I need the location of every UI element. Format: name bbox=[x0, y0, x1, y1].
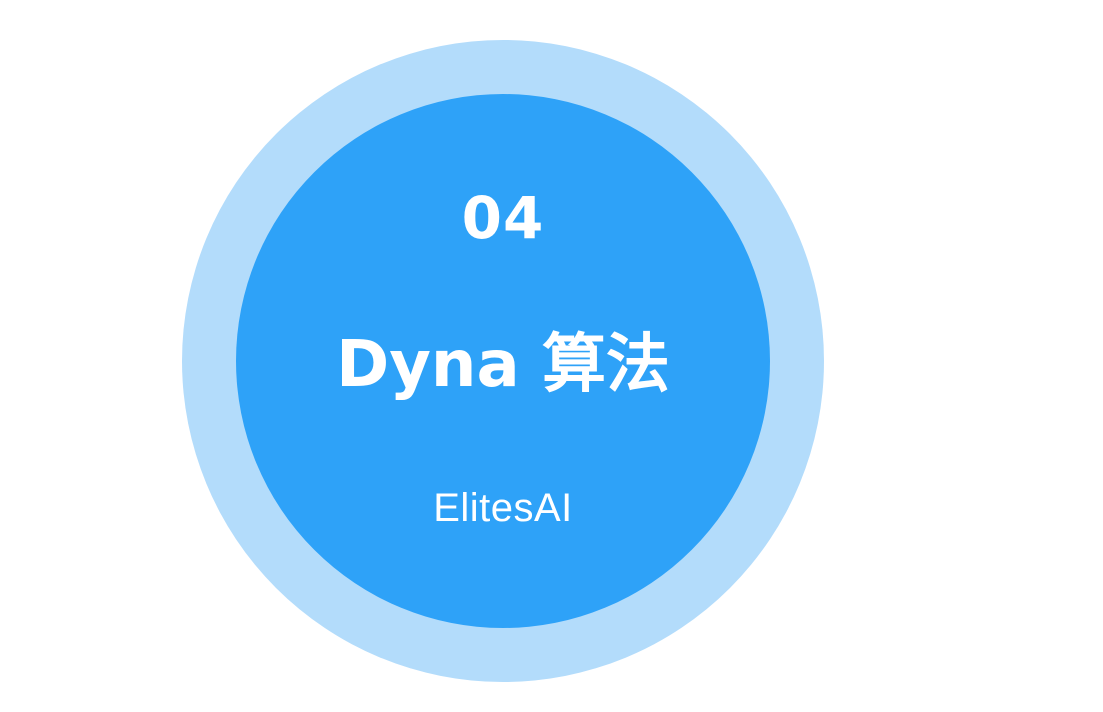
slide-canvas: 04 Dyna 算法 ElitesAI bbox=[0, 0, 1103, 712]
brand-logo: ElitesAI bbox=[433, 486, 573, 530]
chapter-title: Dyna 算法 bbox=[336, 328, 670, 402]
chapter-number: 04 bbox=[461, 184, 545, 252]
